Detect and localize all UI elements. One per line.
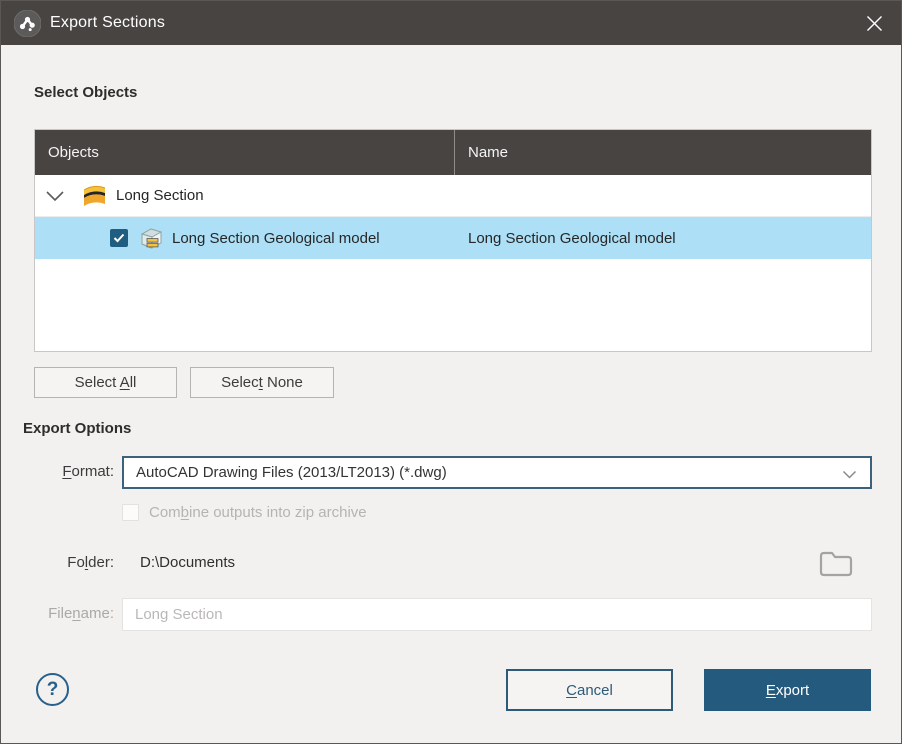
format-dropdown-value: AutoCAD Drawing Files (2013/LT2013) (*.d… — [124, 464, 447, 481]
column-header-name: Name — [454, 130, 871, 175]
select-all-label: Select All — [75, 374, 137, 391]
close-icon — [866, 15, 883, 32]
browse-folder-button[interactable] — [815, 545, 857, 583]
export-button[interactable]: Export — [704, 669, 871, 711]
combine-zip-row: Combine outputs into zip archive — [122, 504, 367, 521]
long-section-icon — [81, 183, 108, 209]
folder-label: Folder: — [1, 554, 114, 571]
objects-table-header: Objects Name — [35, 130, 871, 175]
dialog-title: Export Sections — [50, 14, 165, 32]
select-none-button[interactable]: Select None — [190, 367, 334, 398]
geological-model-icon — [138, 226, 164, 251]
export-sections-dialog: Export Sections Select Objects Objects N… — [0, 0, 902, 744]
format-dropdown[interactable]: AutoCAD Drawing Files (2013/LT2013) (*.d… — [122, 456, 872, 489]
combine-zip-label: Combine outputs into zip archive — [149, 504, 367, 521]
help-button[interactable]: ? — [36, 673, 69, 706]
item-checkbox[interactable] — [110, 229, 128, 247]
folder-path: D:\Documents — [140, 554, 235, 571]
filename-input: Long Section — [122, 598, 872, 631]
select-objects-heading: Select Objects — [34, 84, 137, 101]
filename-value: Long Section — [123, 606, 223, 623]
select-none-label: Select None — [221, 374, 303, 391]
help-icon: ? — [47, 679, 59, 701]
leapfrog-logo-icon — [14, 10, 41, 37]
checkmark-icon — [113, 233, 125, 243]
folder-icon — [818, 549, 854, 579]
export-options-heading: Export Options — [23, 420, 131, 437]
chevron-down-icon — [842, 470, 857, 479]
filename-label: Filename: — [1, 605, 114, 622]
objects-table: Objects Name Long Section — [34, 129, 872, 352]
select-all-button[interactable]: Select All — [34, 367, 177, 398]
tree-row-geological-model[interactable]: Long Section Geological model Long Secti… — [35, 217, 871, 259]
name-cell: Long Section Geological model — [468, 230, 676, 247]
tree-item-label: Long Section Geological model — [172, 230, 380, 247]
cancel-button[interactable]: Cancel — [506, 669, 673, 711]
column-header-objects: Objects — [35, 130, 454, 175]
titlebar: Export Sections — [1, 1, 901, 45]
tree-row-long-section[interactable]: Long Section — [35, 175, 871, 217]
combine-zip-checkbox — [122, 504, 139, 521]
close-button[interactable] — [857, 7, 891, 39]
cancel-label: Cancel — [566, 682, 613, 699]
format-label: Format: — [1, 463, 114, 480]
export-label: Export — [766, 682, 809, 699]
tree-group-label: Long Section — [116, 187, 204, 204]
chevron-down-icon[interactable] — [44, 188, 66, 204]
